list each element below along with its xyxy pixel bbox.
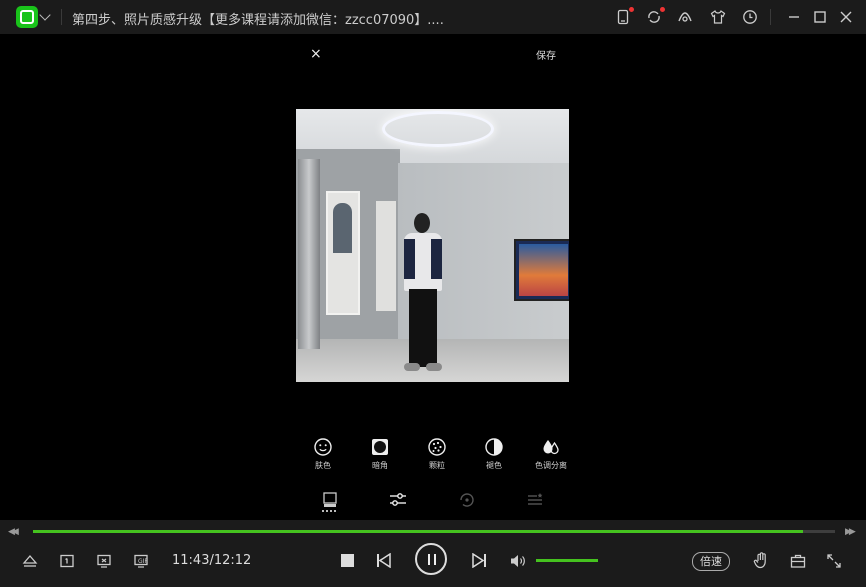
tool-split-tone[interactable]: 色调分离: [531, 437, 571, 471]
tool-label: 暗角: [372, 461, 388, 470]
fullscreen-icon[interactable]: [826, 553, 842, 569]
fast-forward-icon[interactable]: ▶▶: [845, 527, 856, 537]
mobile-icon[interactable]: [615, 7, 634, 25]
frame-tab-icon[interactable]: [321, 491, 339, 509]
rotate-tab-icon[interactable]: [458, 491, 476, 509]
maximize-icon[interactable]: [812, 9, 828, 25]
adjust-tab-icon[interactable]: [389, 491, 407, 509]
title-bar: 第四步、照片质感升级【更多课程请添加微信：zzcc07090】....: [0, 0, 866, 34]
split-tone-icon: [541, 437, 561, 457]
tool-label: 颗粒: [429, 461, 445, 470]
close-icon[interactable]: [838, 9, 854, 25]
divider: [61, 9, 62, 25]
face-icon: [313, 437, 333, 457]
hand-icon[interactable]: [753, 552, 769, 569]
tool-label: 色调分离: [535, 461, 567, 470]
editor-save-button[interactable]: 保存: [536, 47, 556, 62]
volume-level: [536, 559, 598, 562]
time-display: 11:43/12:12: [172, 553, 252, 568]
minimize-icon[interactable]: [786, 9, 802, 25]
rewind-icon[interactable]: ◀◀: [8, 527, 19, 537]
active-tab-indicator: [322, 510, 338, 512]
skin-icon[interactable]: [677, 9, 693, 25]
grain-icon: [427, 437, 447, 457]
notification-dot: [660, 7, 665, 12]
tool-skin-tone[interactable]: 肤色: [303, 437, 343, 471]
speed-button[interactable]: 倍速: [692, 552, 730, 571]
screenshot-icon[interactable]: [96, 553, 112, 569]
ceiling-lamp: [382, 111, 494, 147]
toolbox-icon[interactable]: [790, 553, 806, 569]
volume-slider[interactable]: [536, 559, 598, 562]
photo-preview: [296, 109, 569, 382]
episode-list-icon[interactable]: [59, 553, 75, 569]
tool-label: 褪色: [486, 461, 502, 470]
filter-tab-icon[interactable]: [526, 491, 544, 509]
person-figure: [400, 213, 446, 378]
chevron-down-icon[interactable]: [39, 9, 51, 21]
next-icon[interactable]: [472, 553, 487, 568]
tool-label: 肤色: [315, 461, 331, 470]
tool-vignette[interactable]: 暗角: [360, 437, 400, 471]
eject-icon[interactable]: [22, 553, 38, 569]
window-title: 第四步、照片质感升级【更多课程请添加微信：zzcc07090】....: [72, 13, 444, 28]
pause-icon: [434, 554, 436, 565]
app-logo-icon[interactable]: [16, 6, 38, 28]
svg-text:GIF: GIF: [138, 558, 148, 565]
divider: [770, 9, 771, 25]
tool-grain[interactable]: 颗粒: [417, 437, 457, 471]
seek-bar[interactable]: [33, 530, 835, 533]
history-icon[interactable]: [742, 9, 758, 25]
previous-icon[interactable]: [376, 553, 391, 568]
volume-icon[interactable]: [510, 553, 526, 569]
vignette-icon: [370, 437, 390, 457]
refresh-share-icon[interactable]: [646, 7, 665, 25]
stop-icon[interactable]: [341, 554, 354, 567]
tshirt-icon[interactable]: [710, 9, 726, 25]
pause-icon: [428, 554, 430, 565]
seek-progress: [33, 530, 803, 533]
wall-tv: [514, 239, 569, 301]
editor-close-button[interactable]: ×: [310, 46, 322, 62]
pause-button[interactable]: [415, 543, 447, 575]
notification-dot: [629, 7, 634, 12]
record-icon[interactable]: GIF: [133, 553, 149, 569]
tool-fade[interactable]: 褪色: [474, 437, 514, 471]
fade-icon: [484, 437, 504, 457]
